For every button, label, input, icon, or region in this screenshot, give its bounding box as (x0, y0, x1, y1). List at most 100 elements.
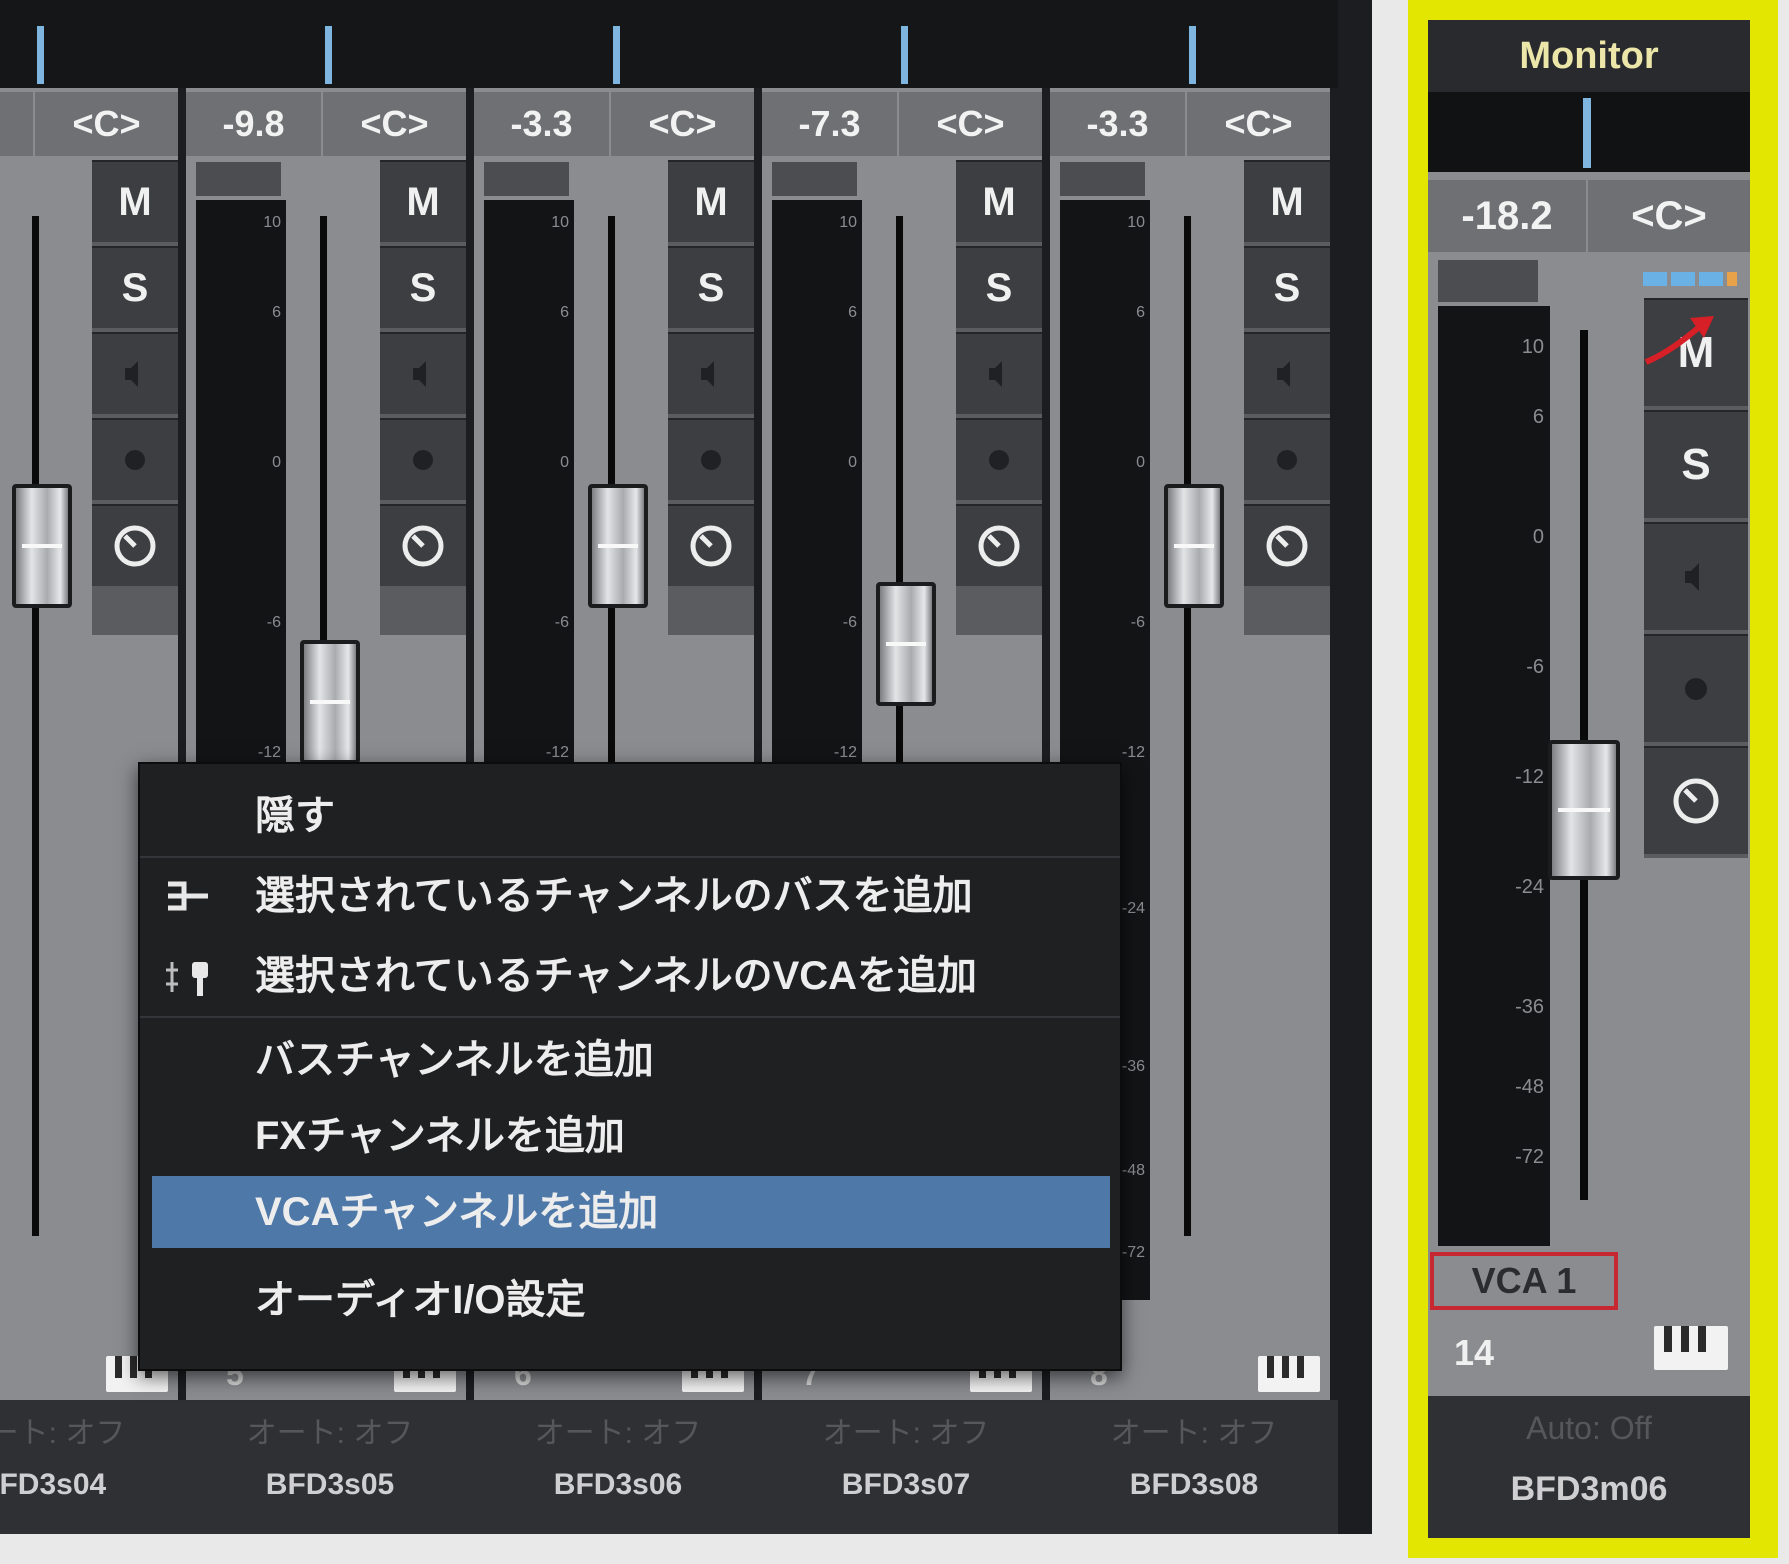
cue-indicator (1050, 0, 1338, 88)
volume-fader[interactable] (1548, 740, 1620, 880)
meter-tick: 0 (272, 454, 281, 471)
menu-item-add-bus-for-selected[interactable]: 選択されているチャンネルのバスを追加 (140, 860, 1120, 932)
channel-name[interactable]: BFD3s07 (762, 1468, 1050, 1502)
monitor-button[interactable] (668, 418, 754, 500)
record-icon (701, 450, 721, 470)
monitor-button[interactable] (1244, 418, 1330, 500)
cue-indicator (474, 0, 762, 88)
solo-button[interactable]: S (668, 246, 754, 328)
speaker-icon (413, 361, 426, 387)
volume-readout[interactable]: -9.8 (186, 92, 321, 156)
fader-track (32, 216, 39, 1236)
clock-icon (114, 525, 156, 567)
meter-tick: 6 (272, 304, 281, 321)
channel-buttons: M S (956, 160, 1042, 635)
automation-mode[interactable]: Auto: Off (1428, 1410, 1750, 1447)
meter-tick: 0 (560, 454, 569, 471)
channel-name[interactable]: BFD3m06 (1428, 1470, 1750, 1509)
automation-mode[interactable]: オート: オフ (0, 1408, 186, 1452)
volume-fader[interactable] (12, 484, 72, 608)
monitor-button[interactable] (956, 418, 1042, 500)
peak-indicator (1438, 260, 1538, 302)
pan-readout[interactable]: <C> (1588, 180, 1750, 252)
solo-button[interactable]: S (92, 246, 178, 328)
meter-tick: -6 (842, 614, 857, 631)
speaker-icon (1685, 563, 1699, 591)
volume-readout[interactable]: -7.3 (762, 92, 897, 156)
speaker-icon (1277, 361, 1290, 387)
keyboard-icon[interactable] (1654, 1326, 1728, 1370)
mute-button[interactable]: M (1244, 160, 1330, 242)
record-icon (1277, 450, 1297, 470)
time-button[interactable] (668, 504, 754, 586)
channel-name[interactable]: BFD3s04 (0, 1468, 186, 1502)
monitor-button[interactable] (92, 418, 178, 500)
volume-fader[interactable] (1164, 484, 1224, 608)
time-button[interactable] (380, 504, 466, 586)
record-button[interactable] (668, 332, 754, 414)
solo-button[interactable]: S (956, 246, 1042, 328)
menu-item-add-bus-channel[interactable]: バスチャンネルを追加 (140, 1024, 1120, 1096)
record-button[interactable] (92, 332, 178, 414)
mute-button[interactable]: M (380, 160, 466, 242)
pan-readout[interactable]: <C> (1187, 92, 1330, 156)
pan-readout[interactable]: <C> (899, 92, 1042, 156)
menu-item-label: バスチャンネルを追加 (255, 1038, 654, 1082)
meter-tick: -48 (1515, 1076, 1544, 1098)
time-button[interactable] (1644, 746, 1748, 854)
solo-button[interactable]: S (1244, 246, 1330, 328)
channel-number: 14 (1454, 1332, 1495, 1373)
meter-tick: -6 (266, 614, 281, 631)
automation-mode[interactable]: オート: オフ (474, 1408, 762, 1452)
volume-readout[interactable]: -18.2 (1428, 180, 1586, 252)
menu-item-add-vca-channel[interactable]: VCAチャンネルを追加 (152, 1176, 1110, 1248)
mute-button[interactable]: M (956, 160, 1042, 242)
automation-mode[interactable]: オート: オフ (762, 1408, 1050, 1452)
channel-name[interactable]: BFD3s05 (186, 1468, 474, 1502)
speaker-icon (125, 361, 138, 387)
menu-item-add-vca-for-selected[interactable]: 選択されているチャンネルのVCAを追加 (140, 940, 1120, 1012)
solo-button[interactable]: S (1644, 410, 1748, 518)
menu-item-audio-io-settings[interactable]: オーディオI/O設定 (140, 1264, 1120, 1336)
menu-item-add-fx-channel[interactable]: FXチャンネルを追加 (140, 1100, 1120, 1172)
meter-tick: 10 (551, 214, 569, 231)
peak-indicator (196, 162, 281, 196)
volume-readout[interactable]: -3.3 (0, 92, 33, 156)
volume-fader[interactable] (588, 484, 648, 608)
meter-tick: 10 (839, 214, 857, 231)
record-button[interactable] (1244, 332, 1330, 414)
volume-fader[interactable] (876, 582, 936, 706)
meter-tick: 10 (1127, 214, 1145, 231)
volume-readout[interactable]: -3.3 (474, 92, 609, 156)
time-button[interactable] (92, 504, 178, 586)
record-button[interactable] (1644, 522, 1748, 630)
mute-button[interactable]: M (668, 160, 754, 242)
keyboard-icon[interactable] (1258, 1356, 1320, 1392)
channel-name[interactable]: BFD3s06 (474, 1468, 762, 1502)
channel-type-label: Monitor (1428, 20, 1750, 92)
channel-name[interactable]: BFD3s08 (1050, 1468, 1338, 1502)
time-button[interactable] (1244, 504, 1330, 586)
meter-tick: -12 (1121, 744, 1145, 761)
record-button[interactable] (956, 332, 1042, 414)
monitor-button[interactable] (380, 418, 466, 500)
volume-fader[interactable] (300, 640, 360, 764)
pan-readout[interactable]: <C> (35, 92, 178, 156)
meter-tick: 6 (848, 304, 857, 321)
monitor-button[interactable] (1644, 634, 1748, 742)
automation-mode[interactable]: オート: オフ (1050, 1408, 1338, 1452)
cue-indicator (1428, 92, 1750, 172)
time-button[interactable] (956, 504, 1042, 586)
mute-button[interactable]: M (92, 160, 178, 242)
pan-readout[interactable]: <C> (611, 92, 754, 156)
vca-assignment-label[interactable]: VCA 1 (1430, 1252, 1618, 1310)
volume-readout[interactable]: -3.3 (1050, 92, 1185, 156)
menu-item-hide[interactable]: 隠す (140, 780, 1120, 852)
fader-track (1184, 216, 1191, 1236)
pan-readout[interactable]: <C> (323, 92, 466, 156)
automation-mode[interactable]: オート: オフ (186, 1408, 474, 1452)
record-button[interactable] (380, 332, 466, 414)
solo-button[interactable]: S (380, 246, 466, 328)
clock-icon (1266, 525, 1308, 567)
record-icon (1685, 678, 1707, 700)
